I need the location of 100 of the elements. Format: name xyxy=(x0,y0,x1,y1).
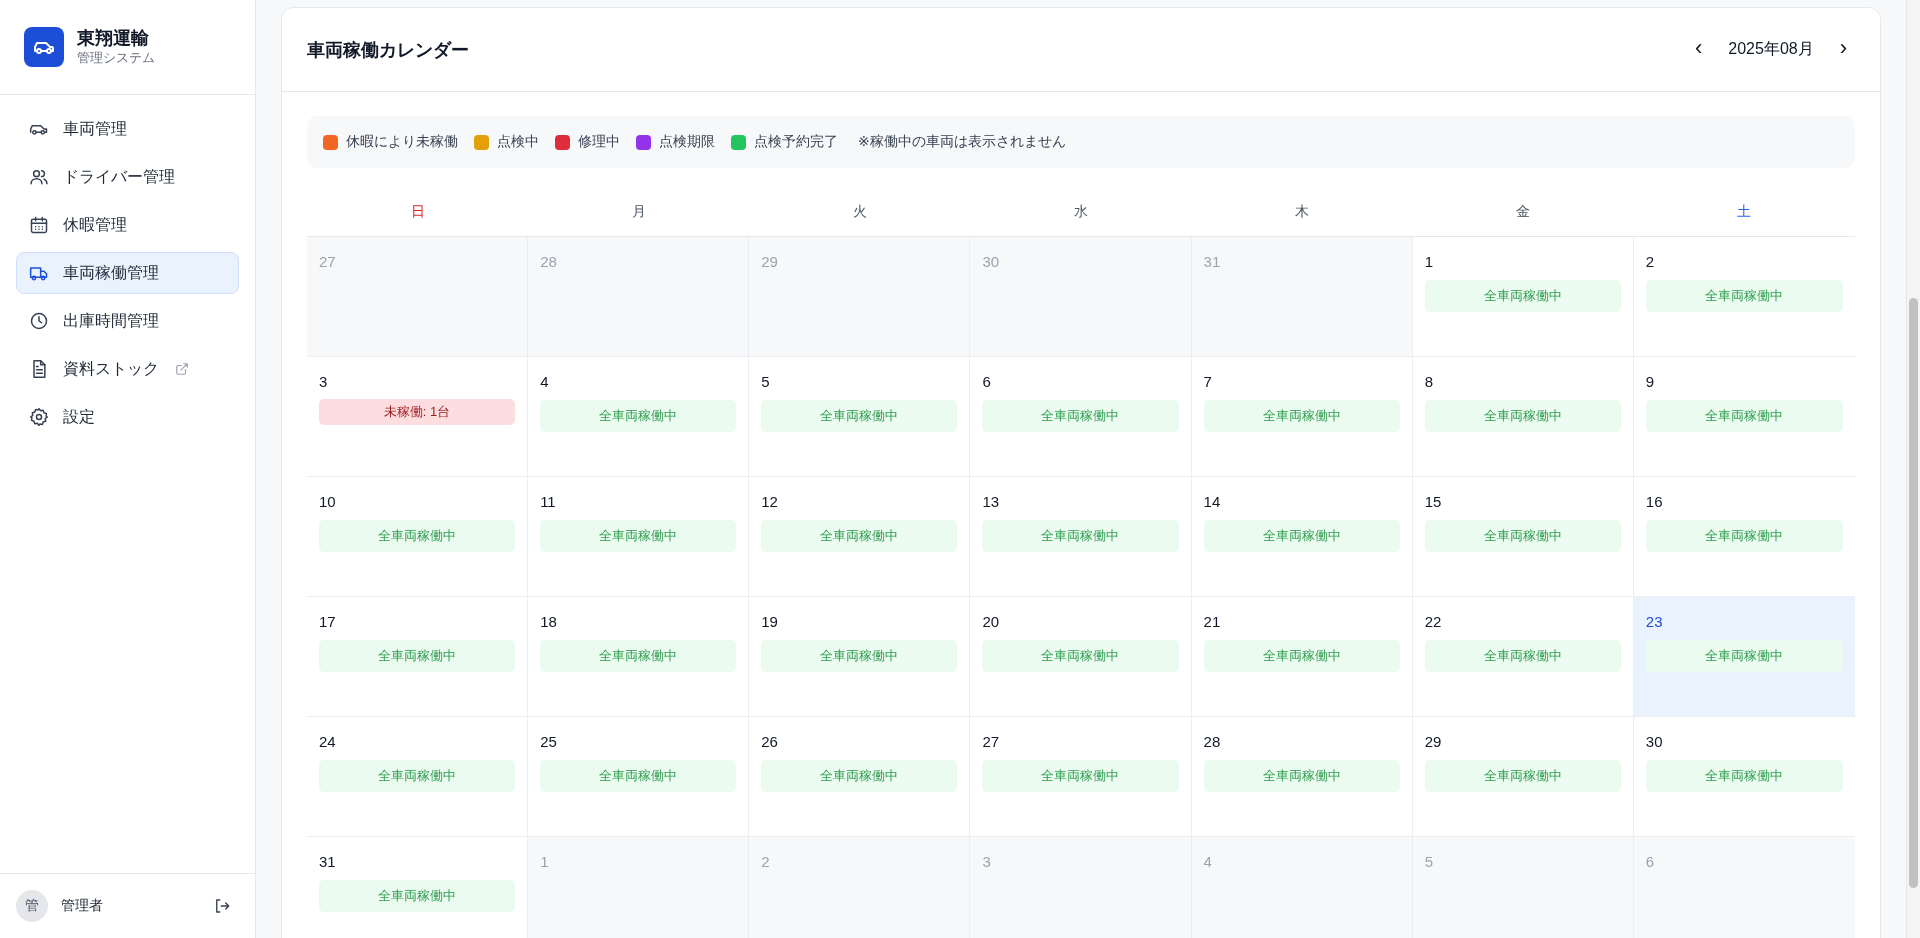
day-number: 31 xyxy=(319,853,336,871)
day-cell[interactable]: 21 全車両稼働中 xyxy=(1191,597,1413,717)
day-cell[interactable]: 4 全車両稼働中 xyxy=(528,357,750,477)
status-badge: 全車両稼働中 xyxy=(319,640,516,672)
day-cell[interactable]: 29 全車両稼働中 xyxy=(1412,717,1634,837)
day-number: 3 xyxy=(982,853,991,871)
status-badge: 全車両稼働中 xyxy=(1424,520,1621,552)
day-cell[interactable]: 7 全車両稼働中 xyxy=(1191,357,1413,477)
day-cell[interactable]: 6 全車両稼働中 xyxy=(970,357,1192,477)
settings-icon xyxy=(29,407,49,427)
status-badge: 全車両稼働中 xyxy=(1645,400,1843,432)
status-badge: 全車両稼働中 xyxy=(982,520,1179,552)
user-name: 管理者 xyxy=(61,897,104,915)
day-cell[interactable]: 18 全車両稼働中 xyxy=(528,597,750,717)
sidebar-item[interactable]: 設定 xyxy=(16,396,239,438)
next-month-button[interactable]: › xyxy=(1831,36,1855,63)
day-number: 11 xyxy=(540,493,556,511)
day-number: 4 xyxy=(1203,853,1212,871)
day-number: 28 xyxy=(1203,733,1221,751)
status-badge: 全車両稼働中 xyxy=(1645,640,1843,672)
day-cell[interactable]: 17 全車両稼働中 xyxy=(307,597,529,717)
status-badge: 未稼働: 1台 xyxy=(319,399,516,425)
day-cell[interactable]: 19 全車両稼働中 xyxy=(749,597,971,717)
status-badge: 全車両稼働中 xyxy=(982,400,1179,432)
day-number: 6 xyxy=(982,373,991,391)
day-number: 2 xyxy=(761,853,770,871)
status-badge: 全車両稼働中 xyxy=(761,640,958,672)
day-number: 31 xyxy=(1203,253,1221,271)
user-avatar: 管 xyxy=(16,890,48,922)
day-cell[interactable]: 5 全車両稼働中 xyxy=(749,357,971,477)
logo-icon xyxy=(24,27,64,67)
legend-label: 点検期限 xyxy=(659,133,715,151)
day-cell[interactable]: 1 全車両稼働中 xyxy=(1412,237,1634,357)
weekday-header: 日 xyxy=(410,203,425,221)
sidebar-item[interactable]: 出庫時間管理 xyxy=(16,300,239,342)
day-number: 1 xyxy=(540,853,549,871)
day-cell[interactable]: 11 全車両稼働中 xyxy=(528,477,750,597)
day-cell[interactable]: 28 全車両稼働中 xyxy=(1191,717,1413,837)
status-badge: 全車両稼働中 xyxy=(1424,760,1621,792)
previous-month-button[interactable]: ‹ xyxy=(1686,36,1711,63)
day-number: 29 xyxy=(1424,733,1442,751)
day-number: 22 xyxy=(1424,613,1442,631)
status-badge: 全車両稼働中 xyxy=(761,400,958,432)
day-number: 27 xyxy=(319,253,336,271)
sidebar-item[interactable]: 資料ストック xyxy=(16,348,239,390)
day-number: 9 xyxy=(1645,373,1655,391)
day-number: 3 xyxy=(319,373,328,391)
day-cell[interactable]: 25 全車両稼働中 xyxy=(528,717,750,837)
day-cell[interactable]: 13 全車両稼働中 xyxy=(970,477,1192,597)
day-number: 6 xyxy=(1645,853,1655,871)
status-badge: 全車両稼働中 xyxy=(761,760,958,792)
day-number: 21 xyxy=(1203,613,1221,631)
status-badge: 全車両稼働中 xyxy=(1203,640,1400,672)
weekday-header: 月 xyxy=(631,203,646,221)
day-number: 24 xyxy=(319,733,336,751)
status-badge: 全車両稼働中 xyxy=(982,640,1179,672)
legend-label: 点検中 xyxy=(497,133,539,151)
weekday-header: 木 xyxy=(1295,203,1310,221)
day-number: 5 xyxy=(761,373,770,391)
sidebar-item[interactable]: 車両稼働管理 xyxy=(16,252,239,294)
sidebar-item[interactable]: 休暇管理 xyxy=(16,204,239,246)
status-badge: 全車両稼働中 xyxy=(1645,760,1843,792)
status-badge: 全車両稼働中 xyxy=(761,520,958,552)
day-number: 27 xyxy=(982,733,1000,751)
status-badge: 全車両稼働中 xyxy=(540,400,737,432)
sidebar-item[interactable]: 車両管理 xyxy=(16,108,239,150)
day-cell[interactable]: 15 全車両稼働中 xyxy=(1412,477,1634,597)
legend-label: 休暇により未稼働 xyxy=(346,133,458,151)
day-cell[interactable]: 26 全車両稼働中 xyxy=(749,717,971,837)
day-number: 17 xyxy=(319,613,336,631)
day-number: 5 xyxy=(1424,853,1434,871)
day-cell[interactable]: 3 未稼働: 1台 xyxy=(307,357,529,477)
logout-icon[interactable] xyxy=(213,897,231,915)
sidebar-item[interactable]: ドライバー管理 xyxy=(16,156,239,198)
day-cell[interactable]: 10 全車両稼働中 xyxy=(307,477,529,597)
status-badge: 全車両稼働中 xyxy=(319,760,516,792)
legend-label: 修理中 xyxy=(578,133,620,151)
day-number: 4 xyxy=(540,373,549,391)
day-cell[interactable]: 8 全車両稼働中 xyxy=(1412,357,1634,477)
status-badge: 全車両稼働中 xyxy=(982,760,1179,792)
status-badge: 全車両稼働中 xyxy=(1424,400,1621,432)
day-number: 12 xyxy=(761,493,778,511)
day-cell[interactable]: 23 全車両稼働中 xyxy=(1633,597,1855,717)
status-badge: 全車両稼働中 xyxy=(319,880,516,912)
day-cell[interactable]: 22 全車両稼働中 xyxy=(1412,597,1634,717)
day-number: 18 xyxy=(540,613,557,631)
status-badge: 全車両稼働中 xyxy=(1424,640,1621,672)
day-cell[interactable]: 14 全車両稼働中 xyxy=(1191,477,1413,597)
day-cell[interactable]: 27 全車両稼働中 xyxy=(970,717,1192,837)
scrollbar[interactable] xyxy=(1906,0,1920,938)
day-number: 20 xyxy=(982,613,1000,631)
calendar-title: 車両稼働カレンダー xyxy=(307,38,469,62)
day-cell[interactable]: 20 全車両稼働中 xyxy=(970,597,1192,717)
status-badge: 全車両稼働中 xyxy=(1645,520,1843,552)
day-number: 26 xyxy=(761,733,778,751)
status-badge: 全車両稼働中 xyxy=(540,640,737,672)
day-cell[interactable]: 12 全車両稼働中 xyxy=(749,477,971,597)
weekday-header: 金 xyxy=(1516,203,1531,221)
day-cell[interactable]: 24 全車両稼働中 xyxy=(307,717,529,837)
day-number: 30 xyxy=(1645,733,1663,751)
